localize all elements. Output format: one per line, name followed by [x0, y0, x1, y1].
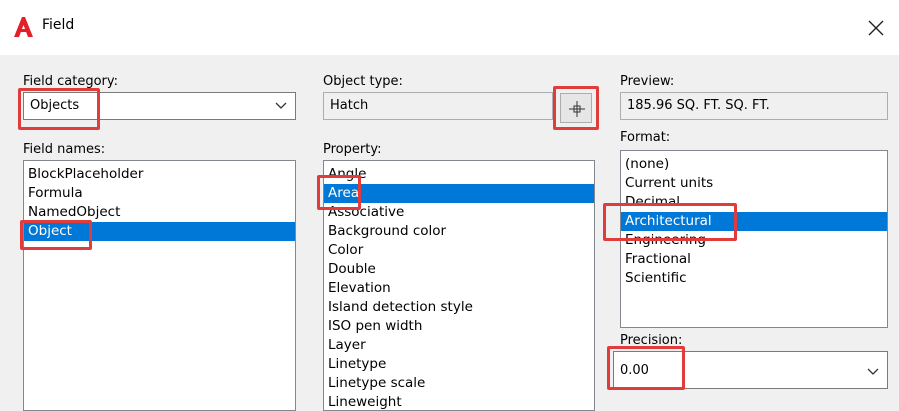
field-names-list[interactable]: BlockPlaceholder Formula NamedObject Obj… [23, 160, 296, 411]
field-category-value: Objects [30, 98, 80, 113]
precision-value: 0.00 [620, 363, 649, 378]
field-name-item[interactable]: NamedObject [24, 203, 295, 222]
format-item[interactable]: Scientific [621, 269, 887, 288]
preview-value: 185.96 SQ. FT. SQ. FT. [627, 98, 770, 113]
autocad-logo-icon [14, 17, 33, 37]
property-item[interactable]: Elevation [324, 279, 594, 298]
format-item[interactable]: Fractional [621, 250, 887, 269]
close-icon [868, 20, 884, 35]
property-item[interactable]: Angle [324, 165, 594, 184]
property-item[interactable]: Lineweight [324, 393, 594, 410]
precision-dropdown[interactable]: 0.00 [613, 351, 888, 389]
field-name-item[interactable]: BlockPlaceholder [24, 165, 295, 184]
format-list[interactable]: (none) Current units Decimal Architectur… [620, 150, 888, 328]
chevron-down-icon [275, 102, 287, 109]
format-item-selected[interactable]: Architectural [621, 212, 887, 231]
object-type-field: Hatch [323, 92, 553, 120]
property-item-selected[interactable]: Area [324, 184, 594, 203]
property-list[interactable]: Angle Area Associative Background color … [323, 160, 595, 411]
property-item[interactable]: Double [324, 260, 594, 279]
format-item[interactable]: Current units [621, 174, 887, 193]
field-category-label: Field category: [23, 74, 119, 89]
field-name-item-selected[interactable]: Object [24, 222, 295, 241]
window-title: Field [42, 17, 75, 33]
precision-label: Precision: [620, 333, 683, 348]
format-item[interactable]: (none) [621, 155, 887, 174]
field-category-dropdown[interactable]: Objects [23, 92, 296, 120]
crosshair-icon [569, 101, 585, 117]
format-item[interactable]: Decimal [621, 193, 887, 212]
property-label: Property: [323, 142, 382, 157]
property-item[interactable]: Background color [324, 222, 594, 241]
select-object-button[interactable] [560, 93, 592, 123]
format-label: Format: [620, 130, 671, 145]
format-item[interactable]: Engineering [621, 231, 887, 250]
property-item[interactable]: Linetype scale [324, 374, 594, 393]
property-item[interactable]: Linetype [324, 355, 594, 374]
title-bar: Field [0, 0, 899, 55]
object-type-value: Hatch [330, 98, 369, 113]
field-name-item[interactable]: Formula [24, 184, 295, 203]
property-item[interactable]: Associative [324, 203, 594, 222]
property-item[interactable]: ISO pen width [324, 317, 594, 336]
field-names-label: Field names: [23, 142, 106, 157]
preview-field: 185.96 SQ. FT. SQ. FT. [620, 92, 888, 120]
property-item[interactable]: Color [324, 241, 594, 260]
close-button[interactable] [853, 0, 899, 55]
property-item[interactable]: Island detection style [324, 298, 594, 317]
object-type-label: Object type: [323, 74, 403, 89]
property-item[interactable]: Layer [324, 336, 594, 355]
chevron-down-icon [867, 368, 879, 375]
preview-label: Preview: [620, 74, 675, 89]
